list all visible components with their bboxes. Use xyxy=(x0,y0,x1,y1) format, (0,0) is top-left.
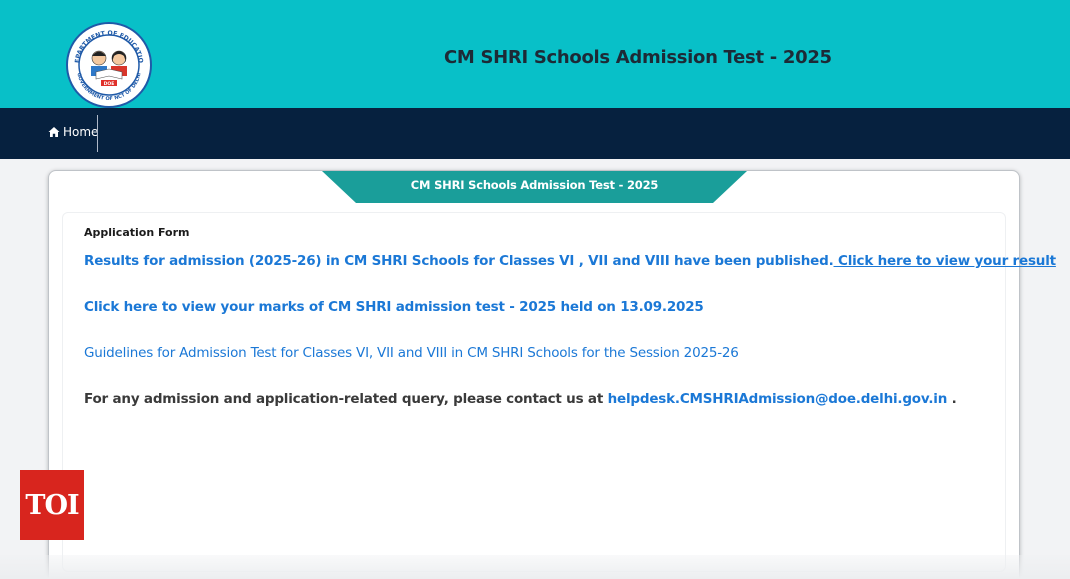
results-notice: Results for admission (2025-26) in CM SH… xyxy=(84,253,1056,269)
card-tab-title: CM SHRI Schools Admission Test - 2025 xyxy=(410,178,659,192)
contact-notice: For any admission and application-relate… xyxy=(84,391,957,407)
page: DEPARTMENT OF EDUCATION GOVERNMENT OF NC… xyxy=(0,0,1070,579)
contact-end: . xyxy=(947,391,957,407)
top-header: DEPARTMENT OF EDUCATION GOVERNMENT OF NC… xyxy=(0,0,1070,108)
view-result-link[interactable]: Click here to view your result xyxy=(834,253,1056,269)
site-title: CM SHRI Schools Admission Test - 2025 xyxy=(444,47,832,68)
results-text: Results for admission (2025-26) in CM SH… xyxy=(84,253,834,269)
home-icon xyxy=(48,127,60,137)
main-navbar: Home xyxy=(0,108,1070,159)
form-heading: Application Form xyxy=(84,226,190,239)
department-seal-logo[interactable]: DEPARTMENT OF EDUCATION GOVERNMENT OF NC… xyxy=(66,22,152,108)
helpdesk-email-link[interactable]: helpdesk.CMSHRIAdmission@doe.delhi.gov.i… xyxy=(608,391,948,407)
nav-divider xyxy=(97,115,98,152)
contact-text: For any admission and application-relate… xyxy=(84,391,608,407)
bottom-fade xyxy=(0,555,1070,579)
guidelines-link[interactable]: Guidelines for Admission Test for Classe… xyxy=(84,345,739,361)
toi-watermark-logo: TOI xyxy=(20,470,84,540)
seal-badge: DOE xyxy=(104,81,115,87)
nav-home-label: Home xyxy=(63,125,99,139)
nav-home-link[interactable]: Home xyxy=(48,108,98,152)
view-marks-link[interactable]: Click here to view your marks of CM SHRI… xyxy=(84,299,704,315)
